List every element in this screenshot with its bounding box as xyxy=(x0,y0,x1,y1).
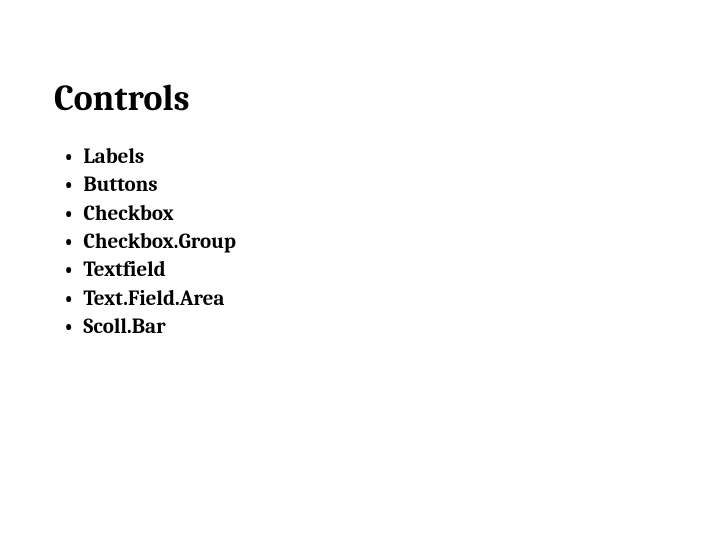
page-title: Controls xyxy=(54,78,666,119)
list-item: • Labels xyxy=(64,143,666,171)
list-item: • Checkbox xyxy=(64,200,666,228)
list-item-label: Checkbox xyxy=(83,200,173,228)
list-item: • Checkbox.Group xyxy=(64,228,666,256)
bullet-icon: • xyxy=(64,256,73,284)
list-item-label: Labels xyxy=(83,143,144,171)
bullet-icon: • xyxy=(64,313,73,341)
list-item-label: Checkbox.Group xyxy=(83,228,236,256)
bullet-icon: • xyxy=(64,285,73,313)
bullet-icon: • xyxy=(64,171,73,199)
list-item-label: Text.Field.Area xyxy=(83,285,224,313)
list-item: • Textfield xyxy=(64,256,666,284)
bullet-icon: • xyxy=(64,143,73,171)
bullet-icon: • xyxy=(64,228,73,256)
list-item-label: Scoll.Bar xyxy=(83,313,165,341)
list-item: • Scoll.Bar xyxy=(64,313,666,341)
list-item-label: Textfield xyxy=(83,256,165,284)
bullet-icon: • xyxy=(64,200,73,228)
list-item: • Buttons xyxy=(64,171,666,199)
list-item: • Text.Field.Area xyxy=(64,285,666,313)
controls-list: • Labels • Buttons • Checkbox • Checkbox… xyxy=(54,143,666,341)
list-item-label: Buttons xyxy=(83,171,157,199)
